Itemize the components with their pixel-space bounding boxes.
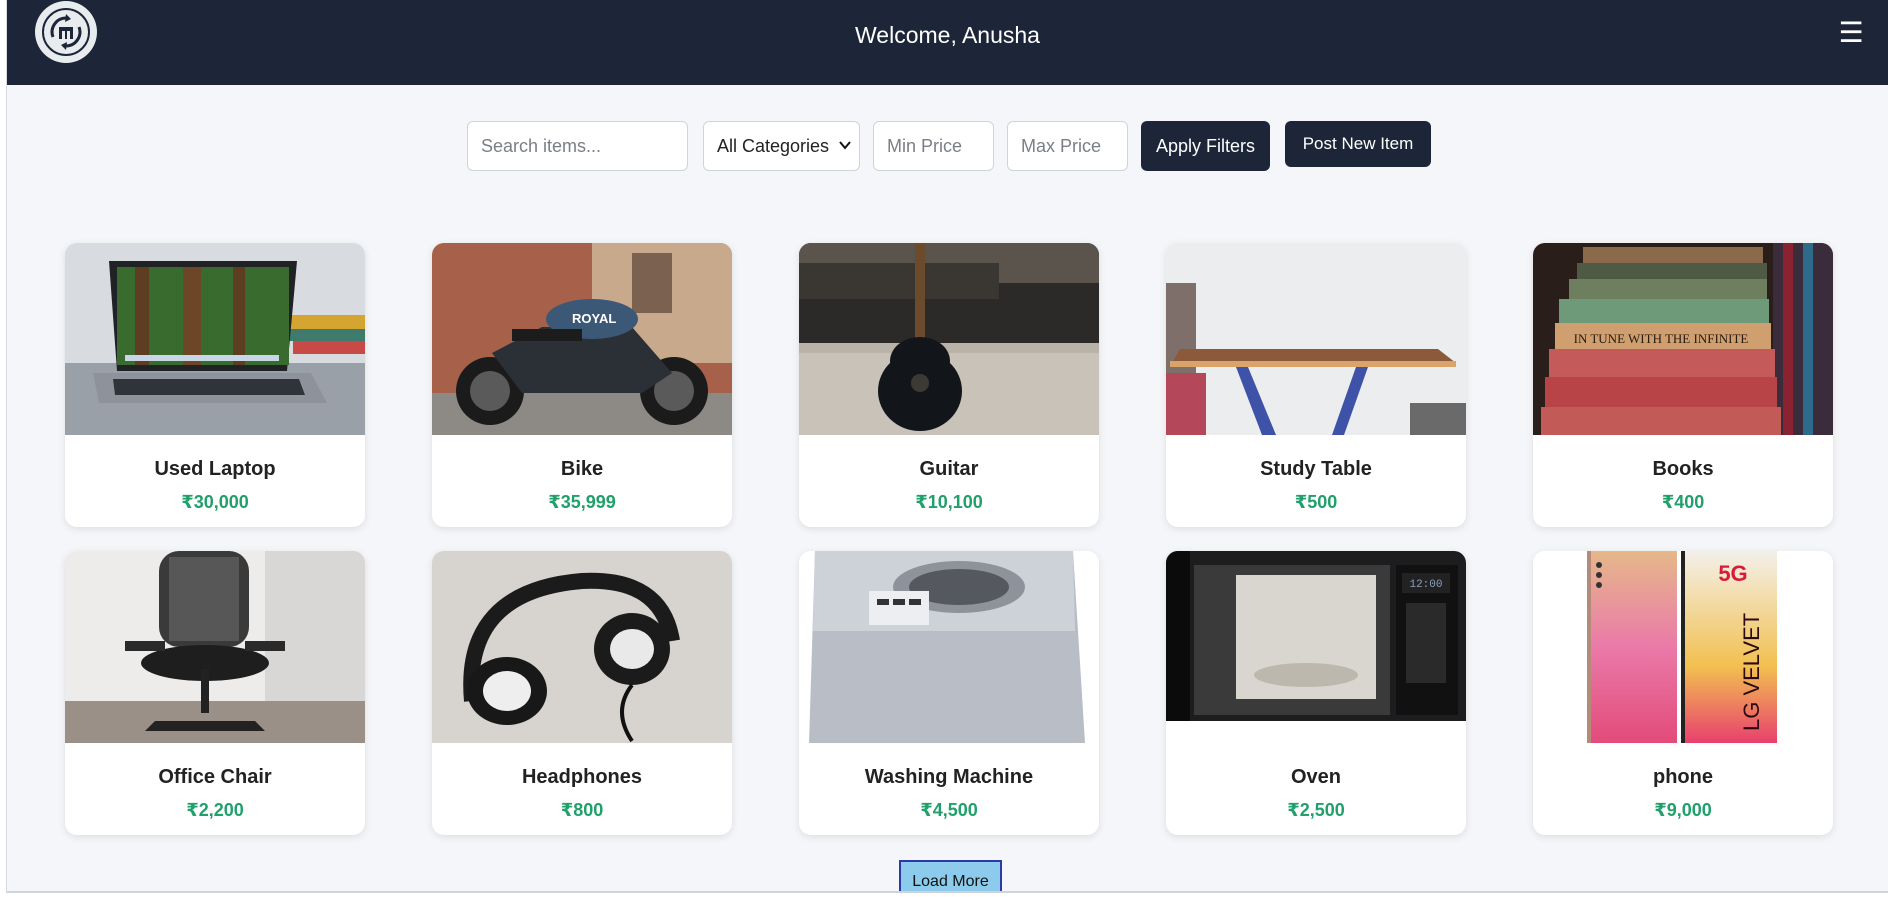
category-select-value: All Categories [717,136,830,156]
item-card[interactable]: Office Chair ₹2,200 [65,551,365,835]
item-card[interactable]: Used Laptop ₹30,000 [65,243,365,527]
item-card[interactable]: 12:00 Oven ₹2,500 [1166,551,1466,835]
filter-bar: Search items... All Categories Min Price… [7,121,1888,171]
item-price: ₹500 [1294,492,1338,512]
phone-brand-text: LG VELVET [1739,613,1764,731]
chevron-down-icon [839,122,851,190]
post-new-item-button[interactable]: Post New Item [1285,121,1431,167]
hamburger-menu-icon[interactable]: ☰ [1836,18,1866,48]
item-title: Guitar [919,458,979,480]
bike-image: ROYAL [432,243,732,435]
item-price: ₹30,000 [181,492,249,512]
office-chair-image [65,551,365,743]
oven-clock-text: 12:00 [1409,579,1442,591]
washing-machine-image [799,551,1099,743]
max-price-input[interactable]: Max Price [1007,121,1128,171]
item-price: ₹2,500 [1287,800,1345,820]
welcome-title: Welcome, Anusha [855,22,1040,48]
app-frame: Welcome, Anusha ☰ Search items... All Ca… [6,0,1888,893]
headphones-image [432,551,732,743]
item-price: ₹4,500 [920,800,978,820]
item-card[interactable]: 5G LG VELVET phone ₹9,000 [1533,551,1833,835]
item-price: ₹9,000 [1654,800,1712,820]
item-price: ₹800 [560,800,604,820]
guitar-image [799,243,1099,435]
item-title: Books [1652,458,1714,480]
load-more-button[interactable]: Load More [899,860,1002,891]
item-price: ₹2,200 [186,800,244,820]
item-title: phone [1653,766,1713,788]
item-card[interactable]: Guitar ₹10,100 [799,243,1099,527]
item-title: Office Chair [158,766,272,788]
item-card[interactable]: IN TUNE WITH THE INFINITE Books ₹400 [1533,243,1833,527]
item-price: ₹400 [1661,492,1705,512]
item-card[interactable]: Study Table ₹500 [1166,243,1466,527]
item-title: Headphones [521,766,643,788]
item-card[interactable]: Headphones ₹800 [432,551,732,835]
item-title: Study Table [1260,458,1372,480]
book-spine-text: IN TUNE WITH THE INFINITE [1574,331,1749,346]
phone-badge-text: 5G [1718,561,1747,586]
item-title: Oven [1290,766,1342,788]
top-navbar: Welcome, Anusha ☰ [7,0,1888,85]
study-table-image [1166,243,1466,435]
books-image: IN TUNE WITH THE INFINITE [1533,243,1833,435]
item-title: Bike [560,458,604,480]
item-title: Washing Machine [864,766,1034,788]
laptop-image [65,243,365,435]
min-price-input[interactable]: Min Price [873,121,994,171]
search-input[interactable]: Search items... [467,121,688,171]
item-card[interactable]: ROYAL Bike ₹35,999 [432,243,732,527]
oven-image: 12:00 [1166,551,1466,743]
phone-image: 5G LG VELVET [1533,551,1833,743]
item-title: Used Laptop [154,458,276,480]
item-card[interactable]: Washing Machine ₹4,500 [799,551,1099,835]
bike-tank-text: ROYAL [572,311,616,326]
item-price: ₹35,999 [548,492,616,512]
apply-filters-button[interactable]: Apply Filters [1141,121,1270,171]
category-select[interactable]: All Categories [703,121,860,171]
item-price: ₹10,100 [915,492,983,512]
